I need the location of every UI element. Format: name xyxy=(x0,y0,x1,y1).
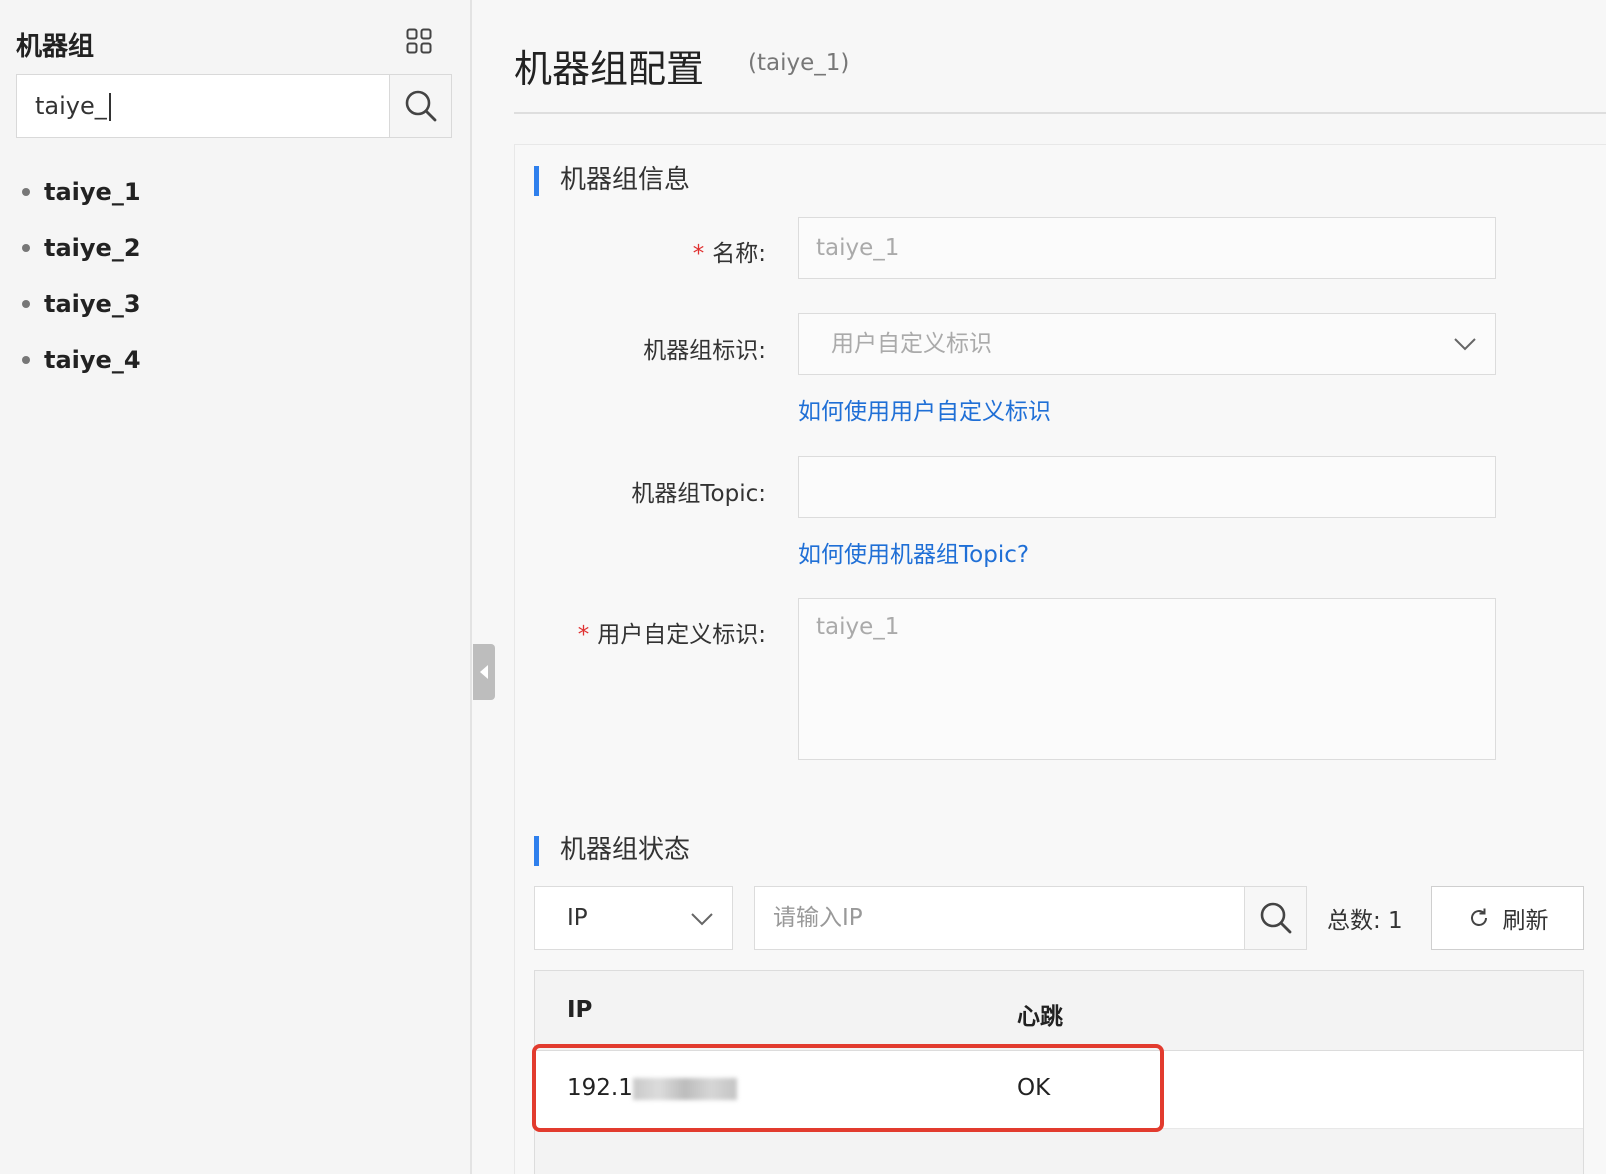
bullet xyxy=(22,356,30,364)
search-icon xyxy=(405,90,436,122)
group-list-item[interactable]: taiye_2 xyxy=(22,220,141,276)
caret-left-icon xyxy=(480,665,488,679)
topic-field[interactable] xyxy=(798,456,1496,518)
table-header: IP 心跳 xyxy=(535,971,1583,1051)
group-name: taiye_4 xyxy=(44,346,141,374)
bullet xyxy=(22,300,30,308)
custom-id-textarea[interactable]: taiye_1 xyxy=(798,598,1496,760)
sidebar-title: 机器组 xyxy=(16,32,95,62)
bullet xyxy=(22,188,30,196)
group-name: taiye_1 xyxy=(44,178,141,206)
group-name: taiye_2 xyxy=(44,234,141,262)
info-section-title: 机器组信息 xyxy=(534,164,690,196)
group-list: taiye_1 taiye_2 taiye_3 taiye_4 xyxy=(22,164,141,388)
name-label: * 名称: xyxy=(692,241,766,267)
column-header-heartbeat: 心跳 xyxy=(1017,1004,1063,1030)
machine-group-sidebar: 机器组 taiye_ taiye_1 taiye_2 taiye_3 taiye… xyxy=(0,0,472,1174)
identifier-label: 机器组标识: xyxy=(643,338,766,364)
required-mark: * xyxy=(577,622,590,648)
filter-select[interactable]: IP xyxy=(534,886,733,950)
refresh-label: 刷新 xyxy=(1502,908,1549,934)
required-mark: * xyxy=(692,241,705,267)
refresh-button[interactable]: 刷新 xyxy=(1431,886,1584,950)
ip-search-box[interactable]: 请输入IP xyxy=(754,886,1307,950)
grid-view-icon[interactable] xyxy=(406,28,432,54)
refresh-icon xyxy=(1470,908,1487,926)
custom-id-label: * 用户自定义标识: xyxy=(577,622,766,648)
sidebar-collapse-handle[interactable] xyxy=(473,644,495,700)
group-list-item[interactable]: taiye_1 xyxy=(22,164,141,220)
group-name: taiye_3 xyxy=(44,290,141,318)
ip-search-input[interactable]: 请输入IP xyxy=(755,887,1244,949)
group-search-box[interactable]: taiye_ xyxy=(16,74,452,138)
column-header-ip: IP xyxy=(567,997,593,1023)
status-section-title: 机器组状态 xyxy=(534,834,690,866)
chevron-down-icon xyxy=(1454,338,1476,351)
bullet xyxy=(22,244,30,252)
highlight-annotation xyxy=(532,1044,1164,1132)
identifier-select[interactable]: 用户自定义标识 xyxy=(798,313,1496,375)
chevron-down-icon xyxy=(691,913,713,926)
page-title: 机器组配置 xyxy=(514,47,705,91)
name-field[interactable]: taiye_1 xyxy=(798,217,1496,279)
identifier-help-link[interactable]: 如何使用用户自定义标识 xyxy=(798,392,1051,426)
search-icon xyxy=(1260,902,1291,934)
group-search-input[interactable]: taiye_ xyxy=(17,75,389,137)
topic-help-link[interactable]: 如何使用机器组Topic? xyxy=(798,535,1029,569)
total-count: 总数: 1 xyxy=(1327,908,1403,934)
group-search-button[interactable] xyxy=(389,75,451,137)
title-divider xyxy=(514,112,1606,114)
ip-search-button[interactable] xyxy=(1244,887,1306,949)
group-list-item[interactable]: taiye_4 xyxy=(22,332,141,388)
group-list-item[interactable]: taiye_3 xyxy=(22,276,141,332)
text-caret xyxy=(108,93,111,121)
topic-label: 机器组Topic: xyxy=(631,481,766,507)
page-subtitle: (taiye_1) xyxy=(748,50,850,76)
